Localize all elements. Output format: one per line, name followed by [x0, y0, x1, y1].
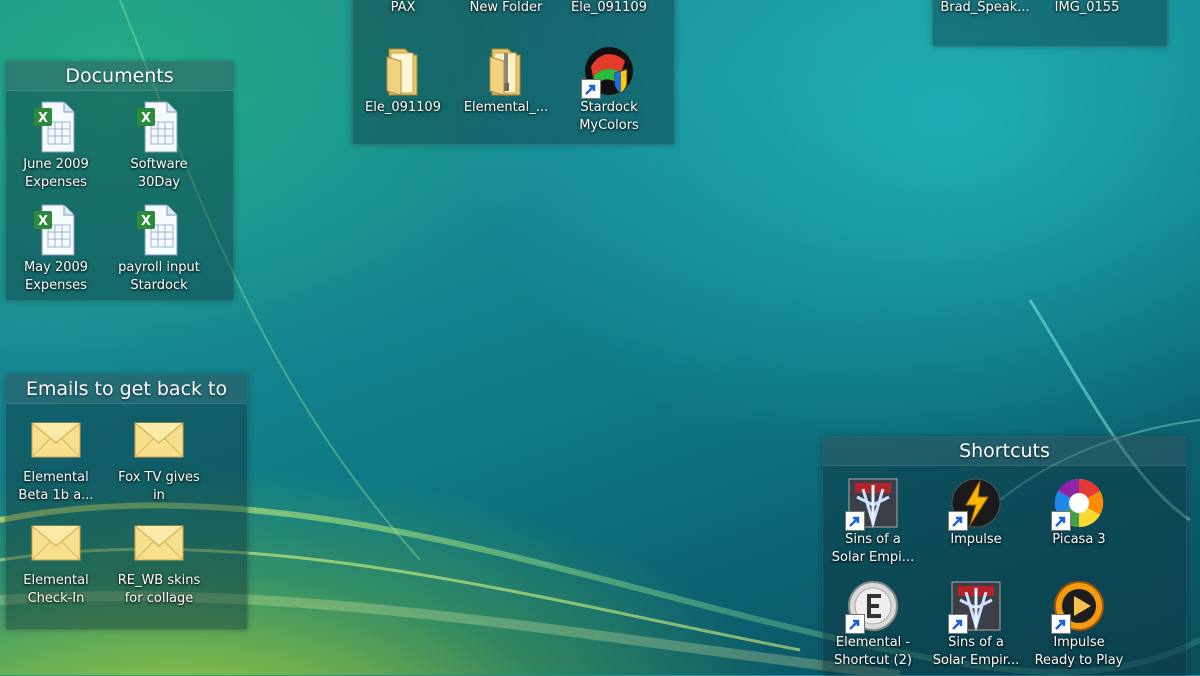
svg-text:X: X	[38, 214, 48, 229]
desktop-item-label[interactable]: IMG_0155	[1037, 0, 1137, 17]
excel-document-icon: X	[131, 100, 187, 156]
desktop-item-label: Elemental - Shortcut (2)	[834, 635, 912, 668]
documents-fence: Documents X June 2009 Expenses X Softwar…	[5, 61, 234, 301]
desktop-item-label: Sins of a Solar Empi...	[831, 532, 915, 565]
excel-document-icon: X	[28, 100, 84, 156]
shortcut-item[interactable]: Impulse	[926, 475, 1026, 549]
shortcuts-fence: Shortcuts Sins of a Solar Empi... Impuls…	[822, 436, 1187, 676]
shortcut-arrow-icon	[948, 511, 968, 531]
desktop-item-label[interactable]: PAX	[353, 0, 453, 17]
fence-title[interactable]: Shortcuts	[823, 437, 1186, 466]
shortcut-arrow-icon	[845, 511, 865, 531]
desktop-item-label: Software 30Day	[130, 157, 188, 190]
desktop-item-label: Sins of a Solar Empir...	[932, 635, 1020, 668]
desktop-item-label: Elemental Check-In	[23, 573, 89, 606]
desktop-item-label: Picasa 3	[1052, 532, 1106, 547]
shortcut-item[interactable]: Picasa 3	[1029, 475, 1129, 549]
excel-document-icon: X	[28, 203, 84, 259]
document-item[interactable]: X June 2009 Expenses	[6, 100, 106, 192]
svg-text:X: X	[38, 111, 48, 126]
elemental-icon	[845, 578, 901, 634]
emails-fence: Emails to get back to Elemental Beta 1b …	[5, 374, 248, 630]
email-item[interactable]: RE_WB skins for collage	[109, 516, 209, 608]
sins-of-a-solar-empire-icon	[948, 578, 1004, 634]
document-item[interactable]: X Software 30Day	[109, 100, 209, 192]
shortcut-arrow-icon	[1051, 614, 1071, 634]
desktop-item-label: May 2009 Expenses	[23, 260, 89, 293]
desktop-item-label: Ele_091109	[365, 100, 441, 115]
shortcut-arrow-icon	[948, 614, 968, 634]
desktop-item-zip-folder[interactable]: Elemental_...	[456, 43, 556, 117]
impulse-icon	[948, 475, 1004, 531]
envelope-icon	[131, 413, 187, 469]
shortcut-item[interactable]: Sins of a Solar Empir...	[926, 578, 1026, 670]
document-item[interactable]: X payroll input Stardock	[109, 203, 209, 295]
zip-folder-icon	[478, 43, 534, 99]
impulse-ready-to-play-icon	[1051, 578, 1107, 634]
desktop-item-label: Stardock MyColors	[579, 100, 639, 133]
desktop-item-label: RE_WB skins for collage	[117, 573, 201, 606]
desktop-item-label: Fox TV gives in	[118, 470, 200, 503]
envelope-icon	[28, 516, 84, 572]
shortcut-arrow-icon	[581, 79, 601, 99]
desktop-item-label: Elemental Beta 1b a...	[18, 470, 94, 503]
svg-text:X: X	[141, 111, 151, 126]
shortcut-item[interactable]: Elemental - Shortcut (2)	[823, 578, 923, 670]
email-item[interactable]: Elemental Beta 1b a...	[6, 413, 106, 505]
folder-icon	[375, 43, 431, 99]
envelope-icon	[28, 413, 84, 469]
desktop-item-folder[interactable]: Ele_091109	[353, 43, 453, 117]
desktop-item-label: Impulse	[950, 532, 1002, 547]
email-item[interactable]: Fox TV gives in	[109, 413, 209, 505]
shortcut-item[interactable]: Impulse Ready to Play	[1029, 578, 1129, 670]
envelope-icon	[131, 516, 187, 572]
document-item[interactable]: X May 2009 Expenses	[6, 203, 106, 295]
desktop-item-label[interactable]: New Folder	[456, 0, 556, 17]
desktop-item-stardock-mycolors[interactable]: Stardock MyColors	[559, 43, 659, 135]
shortcut-item[interactable]: Sins of a Solar Empi...	[823, 475, 923, 567]
desktop-item-label: Elemental_...	[463, 100, 549, 115]
fence-title[interactable]: Documents	[6, 62, 233, 91]
top-fence: PAX New Folder Ele_091109 Ele_091109 Ele…	[352, 0, 675, 145]
desktop-item-label[interactable]: Ele_091109	[559, 0, 659, 17]
sins-of-a-solar-empire-icon	[845, 475, 901, 531]
stardock-mycolors-icon	[581, 43, 637, 99]
email-item[interactable]: Elemental Check-In	[6, 516, 106, 608]
picasa-icon	[1051, 475, 1107, 531]
desktop-item-label: Impulse Ready to Play	[1034, 635, 1124, 668]
desktop-item-label: June 2009 Expenses	[23, 157, 89, 190]
excel-document-icon: X	[131, 203, 187, 259]
shortcut-arrow-icon	[845, 614, 865, 634]
desktop-item-label: payroll input Stardock	[118, 260, 200, 293]
fence-title[interactable]: Emails to get back to	[6, 375, 247, 404]
shortcut-arrow-icon	[1051, 511, 1071, 531]
desktop-item-label[interactable]: Brad_Speak...	[935, 0, 1035, 17]
top-right-fence: Brad_Speak... IMG_0155	[932, 0, 1168, 47]
svg-text:X: X	[141, 214, 151, 229]
